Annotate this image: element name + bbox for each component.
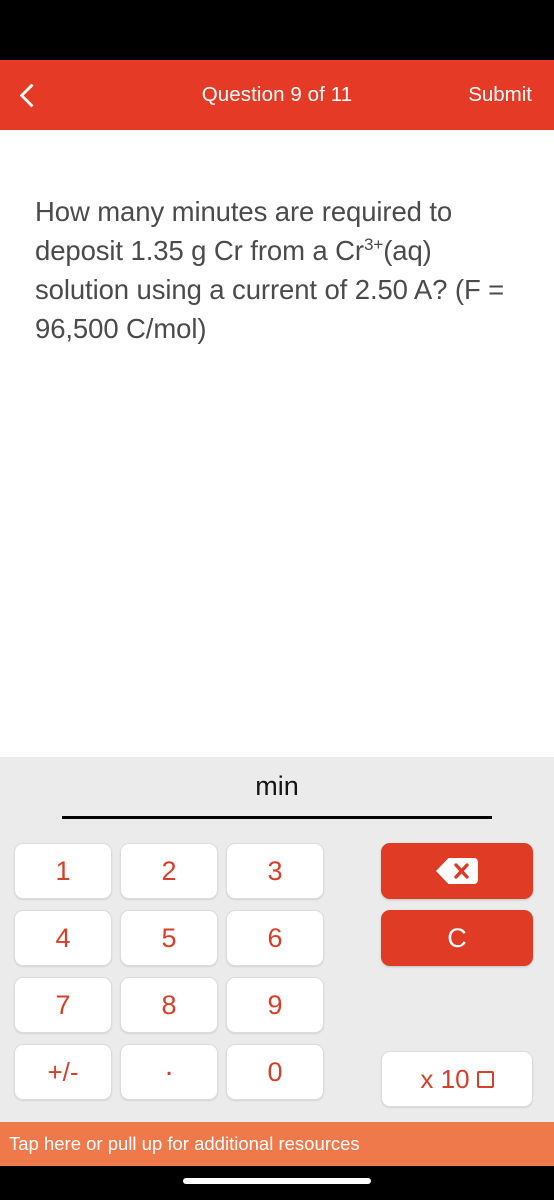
key-sign[interactable]: +/- <box>14 1044 112 1100</box>
question-line-3: solution using a current of 2.50 A? <box>35 274 448 305</box>
question-line-1: How many minutes are required to <box>35 196 453 227</box>
backspace-button[interactable] <box>381 843 533 899</box>
key-5[interactable]: 5 <box>120 910 218 966</box>
keypad-panel: min 1 2 3 4 5 6 7 8 9 +/- . 0 C x 10 <box>0 757 554 1122</box>
key-6[interactable]: 6 <box>226 910 324 966</box>
question-content: How many minutes are required to deposit… <box>0 130 554 757</box>
home-indicator[interactable] <box>183 1178 371 1184</box>
action-keys: C x 10 <box>381 843 533 1118</box>
status-bar <box>0 0 554 60</box>
additional-resources-bar[interactable]: Tap here or pull up for additional resou… <box>0 1122 554 1166</box>
answer-area: min <box>0 757 554 819</box>
key-9[interactable]: 9 <box>226 977 324 1033</box>
clear-button[interactable]: C <box>381 910 533 966</box>
home-indicator-area <box>0 1166 554 1200</box>
question-text: How many minutes are required to deposit… <box>35 192 525 348</box>
question-line-2-b: (aq) <box>383 235 432 266</box>
key-3[interactable]: 3 <box>226 843 324 899</box>
submit-button[interactable]: Submit <box>460 60 540 130</box>
app-screen: Question 9 of 11 Submit How many minutes… <box>0 0 554 1200</box>
backspace-icon <box>436 858 478 884</box>
key-7[interactable]: 7 <box>14 977 112 1033</box>
key-decimal[interactable]: . <box>120 1044 218 1100</box>
key-8[interactable]: 8 <box>120 977 218 1033</box>
answer-unit-label: min <box>255 771 299 801</box>
charge-superscript: 3+ <box>363 234 384 254</box>
numeric-keypad: 1 2 3 4 5 6 7 8 9 +/- . 0 <box>14 843 324 1100</box>
key-4[interactable]: 4 <box>14 910 112 966</box>
exponent-button[interactable]: x 10 <box>381 1051 533 1107</box>
exponent-placeholder-box <box>476 1070 494 1088</box>
keys-wrap: 1 2 3 4 5 6 7 8 9 +/- . 0 C x 10 <box>0 843 554 1118</box>
additional-resources-label: Tap here or pull up for additional resou… <box>9 1133 360 1154</box>
key-2[interactable]: 2 <box>120 843 218 899</box>
question-line-2-a: deposit 1.35 g Cr from a Cr <box>35 235 364 266</box>
key-0[interactable]: 0 <box>226 1044 324 1100</box>
answer-input-line[interactable] <box>62 816 492 819</box>
exponent-label: x 10 <box>420 1063 470 1094</box>
key-1[interactable]: 1 <box>14 843 112 899</box>
app-header: Question 9 of 11 Submit <box>0 60 554 130</box>
